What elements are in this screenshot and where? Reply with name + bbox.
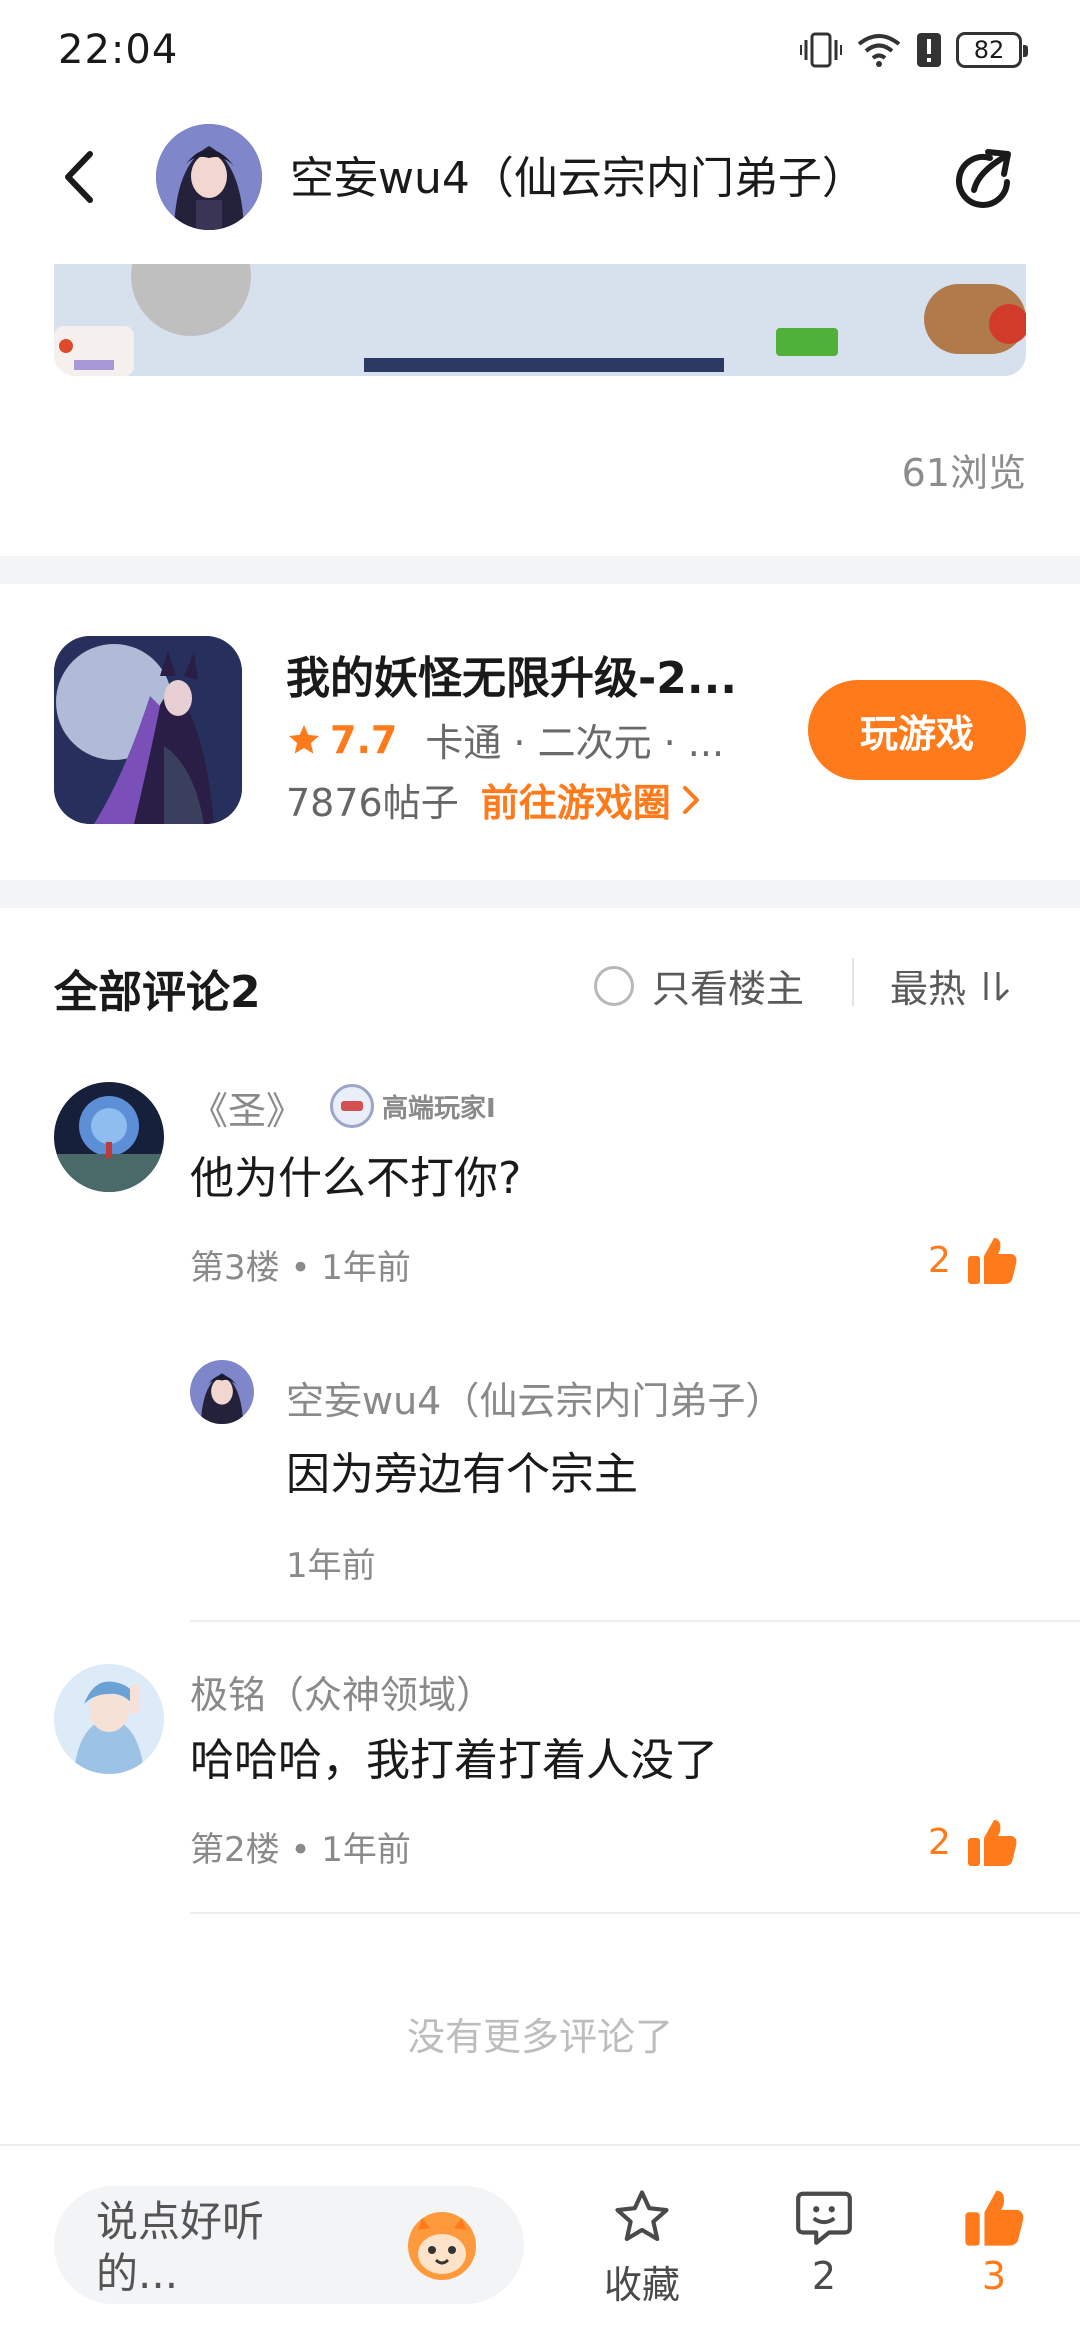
avatar[interactable] bbox=[190, 1360, 254, 1424]
badge-label: 高端玩家I bbox=[382, 1093, 496, 1124]
avatar[interactable] bbox=[54, 1082, 164, 1192]
chevron-left-icon bbox=[65, 151, 93, 203]
status-icons: 82 bbox=[800, 30, 1028, 70]
comment-like-count: 2 bbox=[928, 1240, 951, 1281]
thumbs-up-icon bbox=[965, 2190, 1024, 2246]
game-tags: 卡通 · 二次元 · ... bbox=[425, 721, 725, 765]
wifi-icon bbox=[856, 32, 902, 68]
comment-input[interactable]: 说点好听的... bbox=[54, 2186, 524, 2304]
like-button[interactable]: 3 bbox=[934, 2186, 1054, 2298]
comment-like-count: 2 bbox=[928, 1822, 951, 1863]
no-more-comments: 没有更多评论了 bbox=[406, 2015, 673, 2059]
star-icon bbox=[289, 724, 319, 753]
game-meta: 7.7 卡通 · 二次元 · ... bbox=[286, 712, 765, 767]
bottom-bar: 说点好听的... 收藏 2 3 bbox=[0, 2144, 1080, 2340]
game-circle-label: 前往游戏圈 bbox=[480, 781, 671, 825]
reply-text: 因为旁边有个宗主 bbox=[286, 1449, 638, 1500]
sort-icon bbox=[984, 971, 1010, 1001]
reply-author[interactable]: 空妄wu4（仙云宗内门弟子） bbox=[286, 1370, 783, 1425]
avatar[interactable] bbox=[54, 1664, 164, 1774]
status-bar: 22:04 82 bbox=[0, 0, 1080, 100]
alert-icon bbox=[916, 32, 942, 68]
section-divider bbox=[0, 880, 1080, 908]
game-icon[interactable] bbox=[54, 636, 242, 824]
comment-author[interactable]: 极铭（众神领域） bbox=[190, 1664, 494, 1719]
radio-icon bbox=[594, 965, 634, 1006]
comment-count: 2 bbox=[811, 2254, 837, 2298]
thumbs-up-icon[interactable] bbox=[966, 1816, 1018, 1868]
comment-meta: 第3楼 • 1年前 bbox=[190, 1248, 411, 1288]
status-time: 22:04 bbox=[58, 27, 179, 73]
favorite-button[interactable]: 收藏 bbox=[582, 2186, 702, 2309]
sort-toggle[interactable]: 最热 bbox=[890, 958, 1012, 1013]
op-only-toggle[interactable]: 只看楼主 bbox=[594, 958, 804, 1013]
comment-icon bbox=[796, 2191, 852, 2245]
back-button[interactable] bbox=[52, 150, 106, 204]
share-button[interactable] bbox=[950, 146, 1020, 216]
comment-meta: 第2楼 • 1年前 bbox=[190, 1830, 411, 1870]
share-icon bbox=[956, 149, 1011, 208]
chevron-right-icon bbox=[682, 785, 699, 814]
user-badge: 高端玩家I bbox=[330, 1084, 496, 1128]
comment-button[interactable]: 2 bbox=[764, 2186, 884, 2298]
header: 空妄wu4（仙云宗内门弟子） bbox=[0, 110, 1080, 240]
author-avatar[interactable] bbox=[156, 124, 262, 230]
thumbs-up-icon[interactable] bbox=[966, 1234, 1018, 1286]
reply-meta: 1年前 bbox=[286, 1546, 376, 1586]
comment-input-placeholder: 说点好听的... bbox=[96, 2197, 265, 2298]
like-count: 3 bbox=[981, 2254, 1007, 2298]
mascot-emoji-icon[interactable] bbox=[400, 2202, 484, 2286]
battery-indicator: 82 bbox=[956, 32, 1028, 68]
op-only-label: 只看楼主 bbox=[652, 967, 805, 1011]
page-title: 空妄wu4（仙云宗内门弟子） bbox=[290, 153, 866, 204]
game-circle-link[interactable]: 前往游戏圈 bbox=[481, 772, 701, 827]
view-count: 61浏览 bbox=[901, 451, 1026, 495]
divider bbox=[190, 1912, 1080, 1914]
comments-title: 全部评论2 bbox=[54, 967, 261, 1018]
favorite-label: 收藏 bbox=[603, 2263, 680, 2307]
vibrate-icon bbox=[800, 30, 842, 70]
comment-text: 哈哈哈，我打着打着人没了 bbox=[190, 1735, 718, 1786]
comment-text: 他为什么不打你? bbox=[190, 1153, 522, 1204]
game-title[interactable]: 我的妖怪无限升级-2... bbox=[286, 642, 776, 706]
sort-label: 最热 bbox=[890, 967, 967, 1011]
post-image[interactable] bbox=[54, 264, 1026, 376]
star-icon bbox=[615, 2190, 669, 2242]
comment-author[interactable]: 《圣》 bbox=[190, 1080, 304, 1135]
section-divider bbox=[0, 556, 1080, 584]
divider bbox=[852, 958, 854, 1006]
game-post-count: 7876帖子 bbox=[286, 781, 459, 825]
game-rating: 7.7 bbox=[330, 717, 398, 762]
badge-icon bbox=[330, 1084, 374, 1128]
game-posts-row: 7876帖子 前往游戏圈 bbox=[286, 772, 701, 827]
play-game-button[interactable]: 玩游戏 bbox=[808, 680, 1026, 780]
